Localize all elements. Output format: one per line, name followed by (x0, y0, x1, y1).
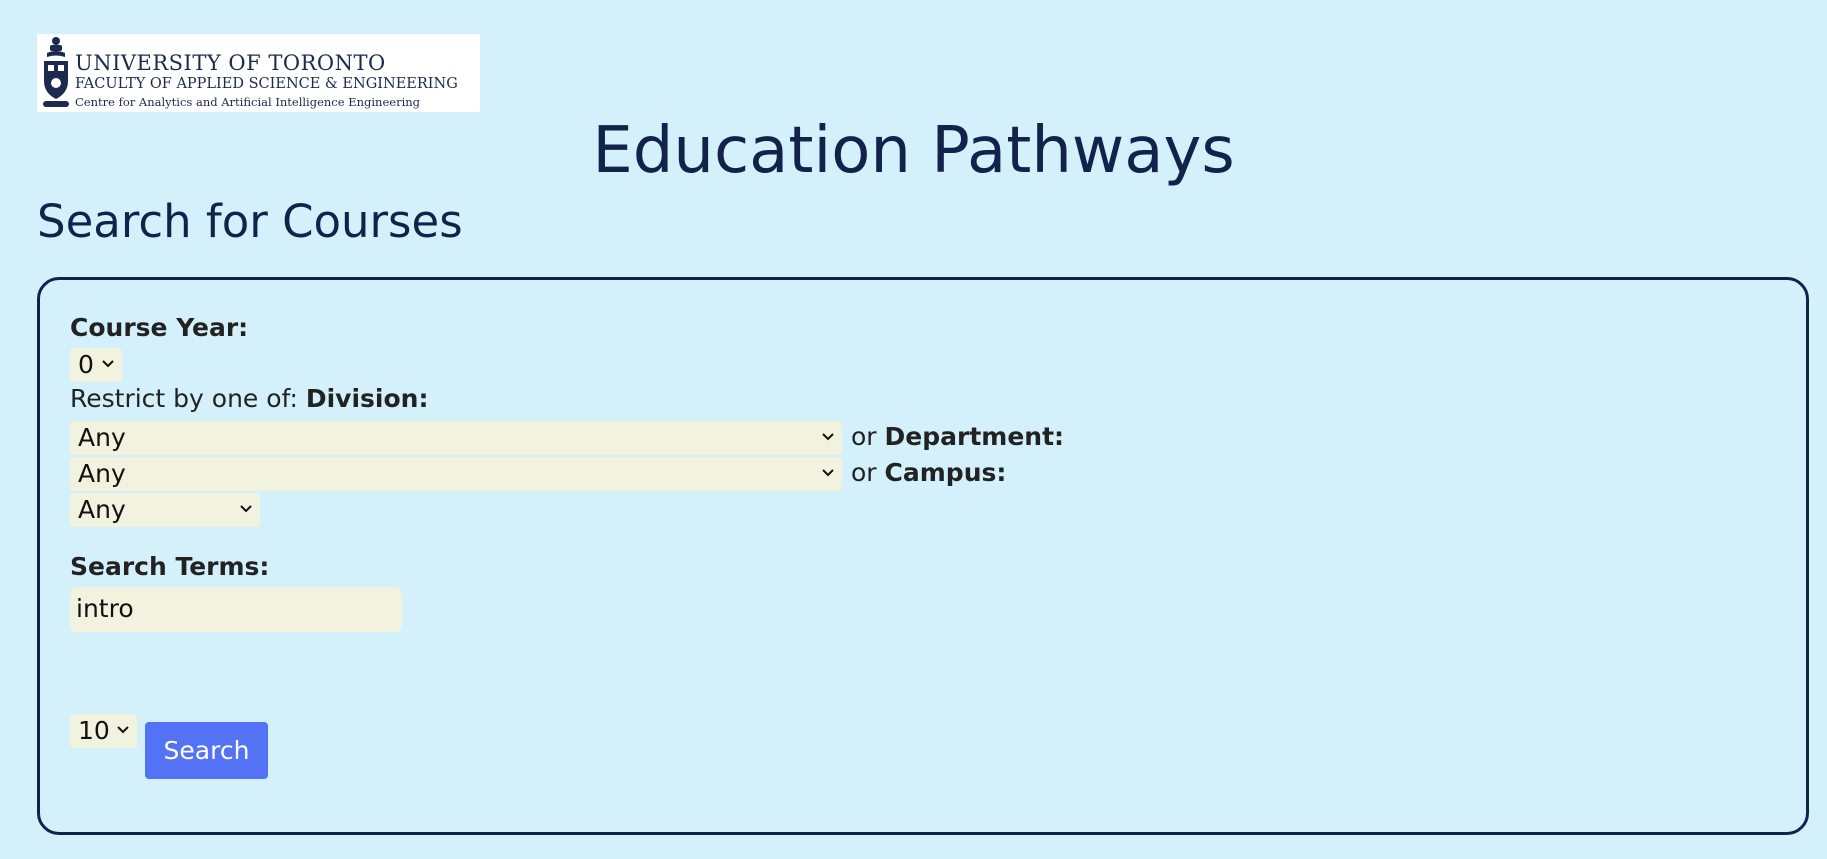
department-value: Any (78, 459, 126, 488)
logo-university-name: UNIVERSITY OF TORONTO (75, 51, 386, 75)
restrict-prefix: Restrict by one of: (70, 384, 306, 413)
chevron-down-icon (822, 433, 834, 441)
division-select[interactable]: Any (70, 421, 842, 455)
search-form-panel: Course Year: 0 Restrict by one of: Divis… (37, 277, 1809, 835)
page-title: Search for Courses (37, 195, 463, 248)
campus-label-group: or Campus: (851, 458, 1006, 488)
or-text: or (851, 458, 877, 487)
chevron-down-icon (822, 469, 834, 477)
app-title: Education Pathways (592, 114, 1235, 188)
campus-select[interactable]: Any (70, 493, 260, 527)
results-count-value: 10 (78, 716, 110, 745)
university-logo: UNIVERSITY OF TORONTO FACULTY OF APPLIED… (37, 34, 480, 112)
course-year-select[interactable]: 0 (70, 348, 122, 382)
division-value: Any (78, 423, 126, 452)
chevron-down-icon (102, 360, 114, 368)
course-year-value: 0 (78, 350, 94, 379)
department-label: Department: (884, 422, 1065, 451)
chevron-down-icon (240, 505, 252, 513)
search-input-value: intro (76, 594, 134, 623)
department-select[interactable]: Any (70, 457, 842, 491)
campus-label: Campus: (884, 458, 1007, 487)
chevron-down-icon (117, 726, 129, 734)
division-label: Division: (305, 384, 429, 413)
results-count-select[interactable]: 10 (70, 714, 137, 748)
logo-centre-name: Centre for Analytics and Artificial Inte… (75, 95, 421, 109)
search-input[interactable]: intro (70, 587, 402, 632)
search-terms-label: Search Terms: (70, 552, 270, 581)
or-text: or (851, 422, 877, 451)
logo-faculty-name: FACULTY OF APPLIED SCIENCE & ENGINEERING (75, 76, 458, 92)
restrict-label: Restrict by one of: Division: (70, 384, 428, 414)
university-crest-icon (43, 37, 69, 107)
course-year-label: Course Year: (70, 313, 249, 342)
campus-value: Any (78, 495, 126, 524)
department-label-group: or Department: (851, 422, 1064, 452)
search-button[interactable]: Search (145, 722, 268, 779)
